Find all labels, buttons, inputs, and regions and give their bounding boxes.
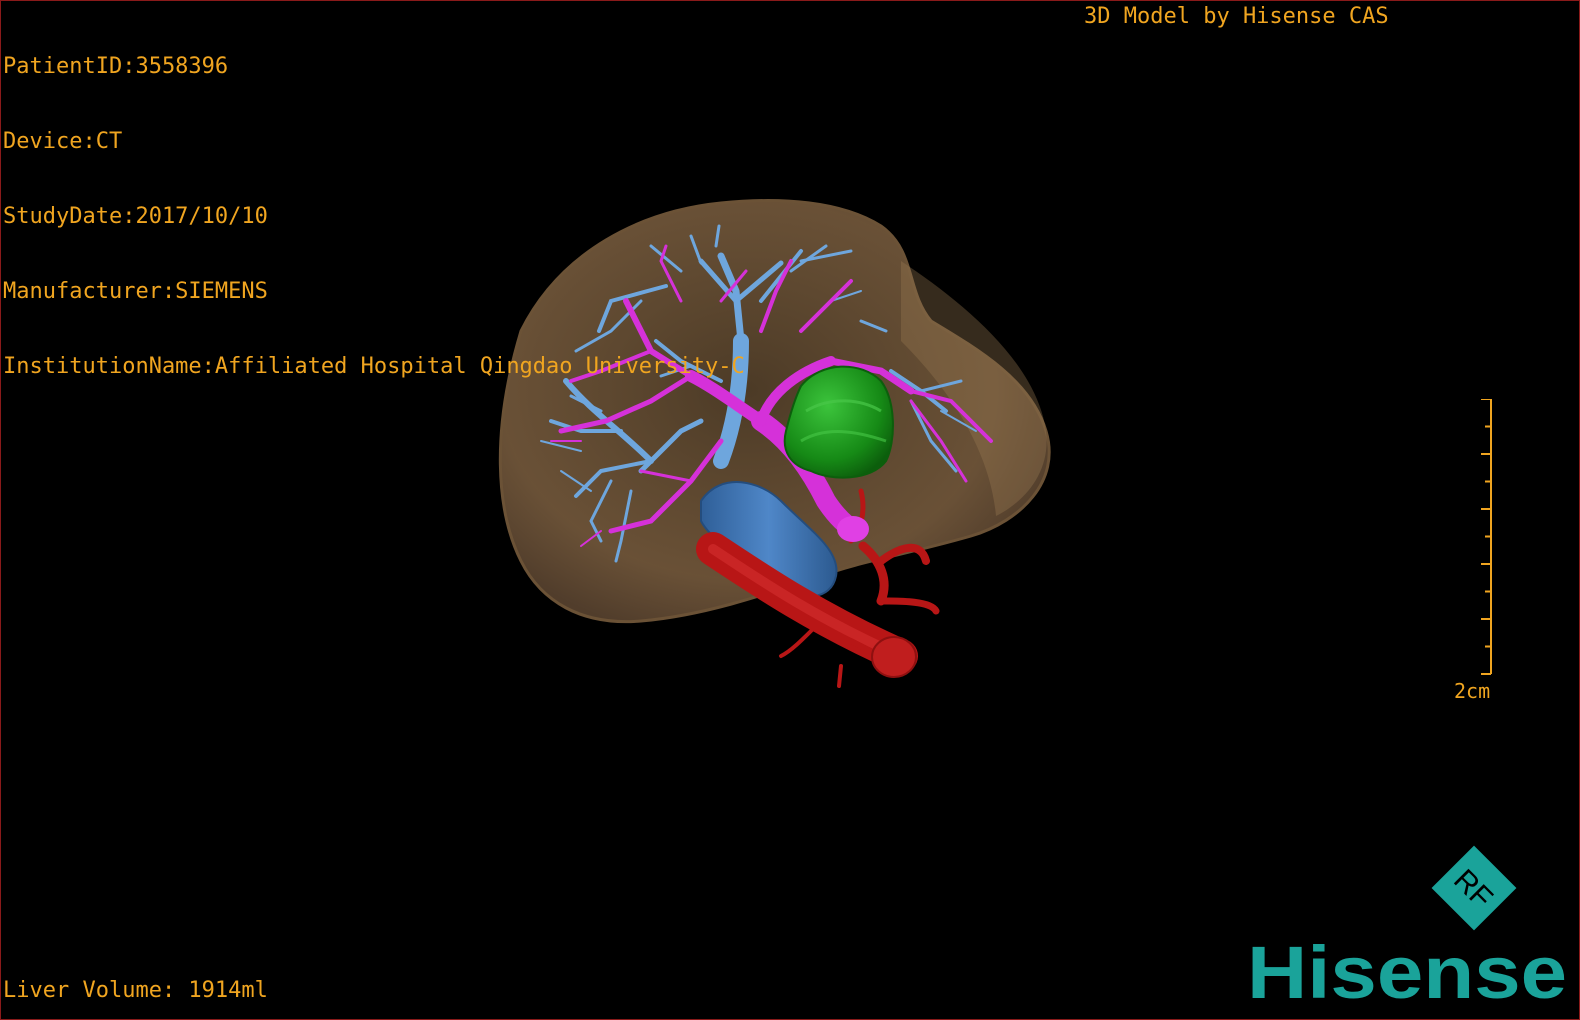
portal-vein-trunk xyxy=(837,516,869,542)
institution-name: InstitutionName:Affiliated Hospital Qing… xyxy=(3,354,745,379)
scale-label: 2cm xyxy=(1454,679,1491,703)
patient-id: PatientID:3558396 xyxy=(3,54,229,79)
3d-viewport[interactable]: PatientID:3558396 Device:CT StudyDate:20… xyxy=(0,0,1580,1020)
study-info-overlay: PatientID:3558396 Device:CT StudyDate:20… xyxy=(3,4,745,429)
manufacturer: Manufacturer:SIEMENS xyxy=(3,279,268,304)
device: Device:CT xyxy=(3,129,123,154)
liver-volume: Liver Volume: 1914ml xyxy=(3,978,268,1003)
scale-bar xyxy=(1481,399,1492,675)
aorta-end xyxy=(871,636,917,678)
hisense-logo: Hisense xyxy=(1247,936,1567,1011)
rf-badge-logo: RF xyxy=(1431,845,1517,931)
model-credit: 3D Model by Hisense CAS xyxy=(1084,4,1389,29)
study-date: StudyDate:2017/10/10 xyxy=(3,204,268,229)
brand-name: Hisense xyxy=(1247,936,1567,1011)
